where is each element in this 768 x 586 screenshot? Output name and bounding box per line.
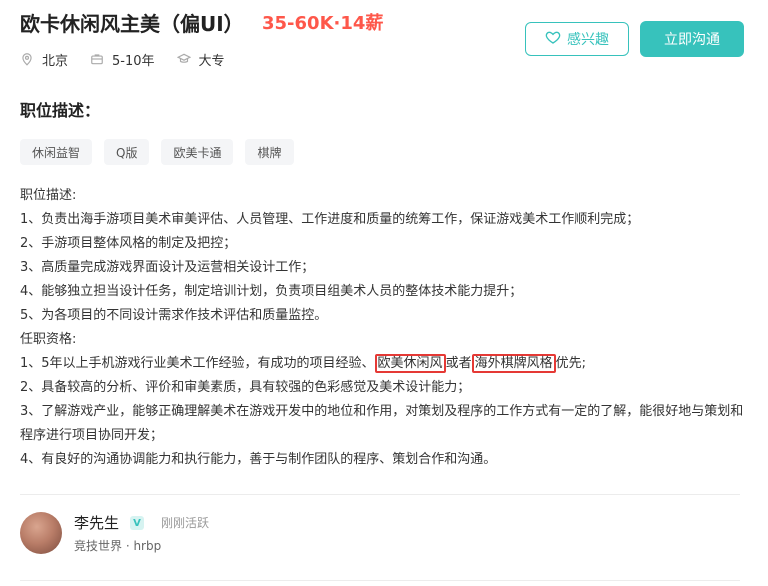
job-description: 职位描述: 1、负责出海手游项目美术审美评估、人员管理、工作进度和质量的统筹工作…	[20, 184, 746, 472]
description-line: 4、能够独立担当设计任务，制定培训计划，负责项目组美术人员的整体技术能力提升；	[20, 284, 523, 299]
salary: 35-60K·14薪	[262, 13, 384, 34]
location-item: 北京	[20, 50, 68, 69]
education-item: 大专	[176, 50, 225, 69]
experience-item: 5-10年	[90, 50, 155, 69]
requirement-line: 2、具备较高的分析、评价和审美素质，具有较强的色彩感觉及美术设计能力；	[20, 380, 471, 395]
active-status: 刚刚活跃	[161, 516, 210, 530]
briefcase-icon	[90, 52, 104, 66]
recruiter-name: 李先生	[74, 514, 120, 532]
requirement-text: 1、5年以上手机游戏行业美术工作经验，有成功的项目经验、	[20, 356, 375, 371]
location-text: 北京	[42, 53, 69, 69]
description-line: 1、负责出海手游项目美术审美评估、人员管理、工作进度和质量的统筹工作，保证游戏美…	[20, 212, 640, 227]
highlighted-keyword: 欧美休闲风	[374, 354, 446, 373]
interest-label: 感兴趣	[567, 32, 609, 48]
job-title: 欧卡休闲风主美（偏UI）	[20, 12, 244, 36]
heart-icon	[545, 29, 561, 49]
description-line: 3、高质量完成游戏界面设计及运营相关设计工作；	[20, 260, 315, 275]
divider	[20, 494, 740, 495]
chat-now-button[interactable]: 立即沟通	[640, 21, 744, 57]
requirement-line: 1、5年以上手机游戏行业美术工作经验，有成功的项目经验、 欧美休闲风 或者 海外棋牌风…	[20, 352, 746, 376]
tag: 欧美卡通	[161, 139, 234, 165]
divider	[20, 580, 740, 581]
job-meta: 北京 5-10年 大专	[20, 48, 247, 70]
tag-list: 休闲益智 Q版 欧美卡通 棋牌	[20, 139, 294, 165]
tag: Q版	[104, 139, 150, 165]
education-text: 大专	[198, 53, 225, 69]
section-title: 职位描述：	[20, 101, 101, 120]
experience-text: 5-10年	[112, 53, 155, 69]
description-line: 2、手游项目整体风格的制定及把控；	[20, 236, 237, 251]
recruiter-avatar[interactable]	[20, 512, 62, 554]
interest-button[interactable]: 感兴趣	[525, 22, 629, 56]
requirement-line: 3、了解游戏产业，能够正确理解美术在游戏开发中的地位和作用，对策划及程序的工作方…	[20, 404, 744, 443]
tag: 休闲益智	[20, 139, 93, 165]
description-heading: 职位描述:	[20, 188, 77, 203]
description-line: 5、为各项目的不同设计需求作技术评估和质量监控。	[20, 308, 328, 323]
requirement-text: 或者	[445, 356, 472, 371]
graduation-cap-icon	[176, 52, 191, 66]
requirements-heading: 任职资格:	[20, 332, 77, 347]
tag: 棋牌	[245, 139, 294, 165]
highlighted-keyword: 海外棋牌风格	[471, 354, 556, 373]
location-pin-icon	[20, 52, 34, 66]
recruiter-company: 竞技世界 · hrbp	[74, 539, 162, 553]
requirement-text: 优先;	[555, 356, 586, 371]
requirement-line: 4、有良好的沟通协调能力和执行能力，善于与制作团队的程序、策划合作和沟通。	[20, 452, 497, 467]
verified-badge-icon: V	[130, 516, 144, 530]
